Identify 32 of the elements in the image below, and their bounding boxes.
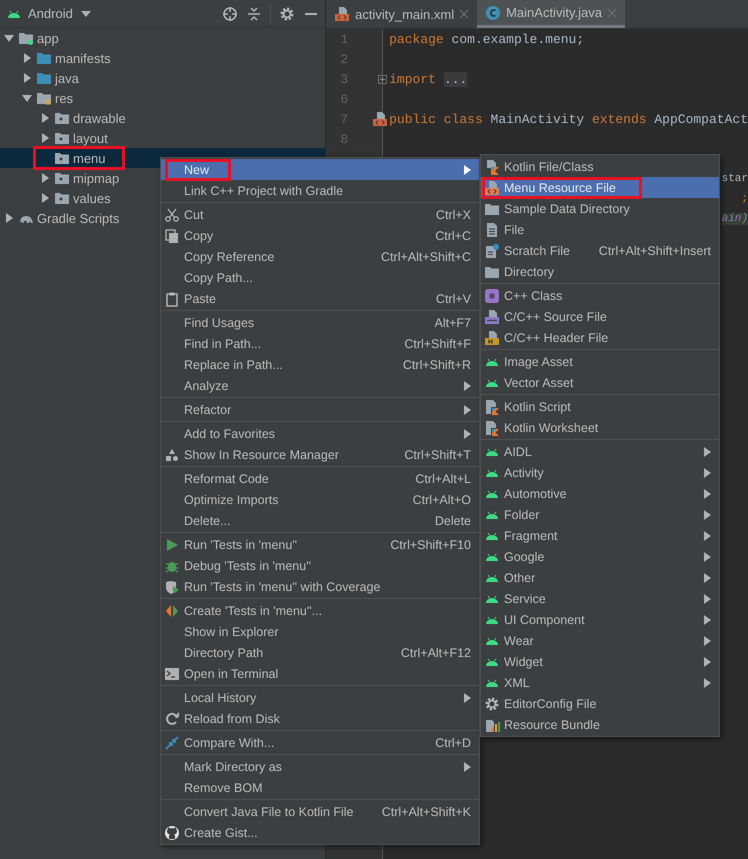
shortcut-label: Ctrl+D — [435, 736, 471, 750]
tree-label: Gradle Scripts — [37, 210, 120, 226]
shortcut-label: Delete — [434, 514, 471, 528]
code-fragment: ; — [740, 193, 748, 205]
shortcut-label: Ctrl+C — [435, 228, 471, 242]
shortcut-label: Ctrl+Shift+F — [404, 336, 471, 350]
shortcut-label: Ctrl+Alt+L — [415, 472, 471, 486]
tree-label: mipmap — [73, 170, 120, 186]
code-fragment: ain) — [720, 213, 748, 225]
shortcut-label: Ctrl+Shift+T — [404, 448, 471, 462]
tree-label: drawable — [73, 110, 126, 126]
tree-label: app — [37, 30, 59, 46]
tree-label: menu — [73, 150, 106, 166]
tree-label: layout — [73, 130, 108, 146]
tree-label: values — [73, 190, 111, 206]
shortcut-label: Ctrl+Alt+Shift+C — [381, 250, 471, 264]
tree-label: manifests — [55, 50, 111, 66]
shortcut-label: Ctrl+Alt+Shift+K — [382, 804, 471, 818]
code-line: package com.example.menu; — [388, 32, 584, 46]
shortcut-label: Ctrl+Alt+Shift+Insert — [598, 244, 711, 258]
shortcut-label: Alt+F7 — [434, 316, 471, 330]
shortcut-label: Ctrl+Shift+F10 — [390, 538, 471, 552]
code-line: public class MainActivity extends AppCompatAct — [388, 112, 748, 126]
shortcut-label: Ctrl+V — [436, 292, 471, 306]
code-line: import ... — [388, 72, 468, 86]
shortcut-label: Ctrl+Alt+O — [412, 492, 471, 506]
shortcut-label: Ctrl+Alt+F12 — [400, 646, 471, 660]
code-fragment: star — [720, 173, 748, 185]
tree-label: res — [55, 90, 74, 106]
shortcut-label: Ctrl+X — [436, 208, 471, 222]
tree-label: java — [55, 70, 79, 86]
shortcut-label: Ctrl+Shift+R — [402, 358, 471, 372]
